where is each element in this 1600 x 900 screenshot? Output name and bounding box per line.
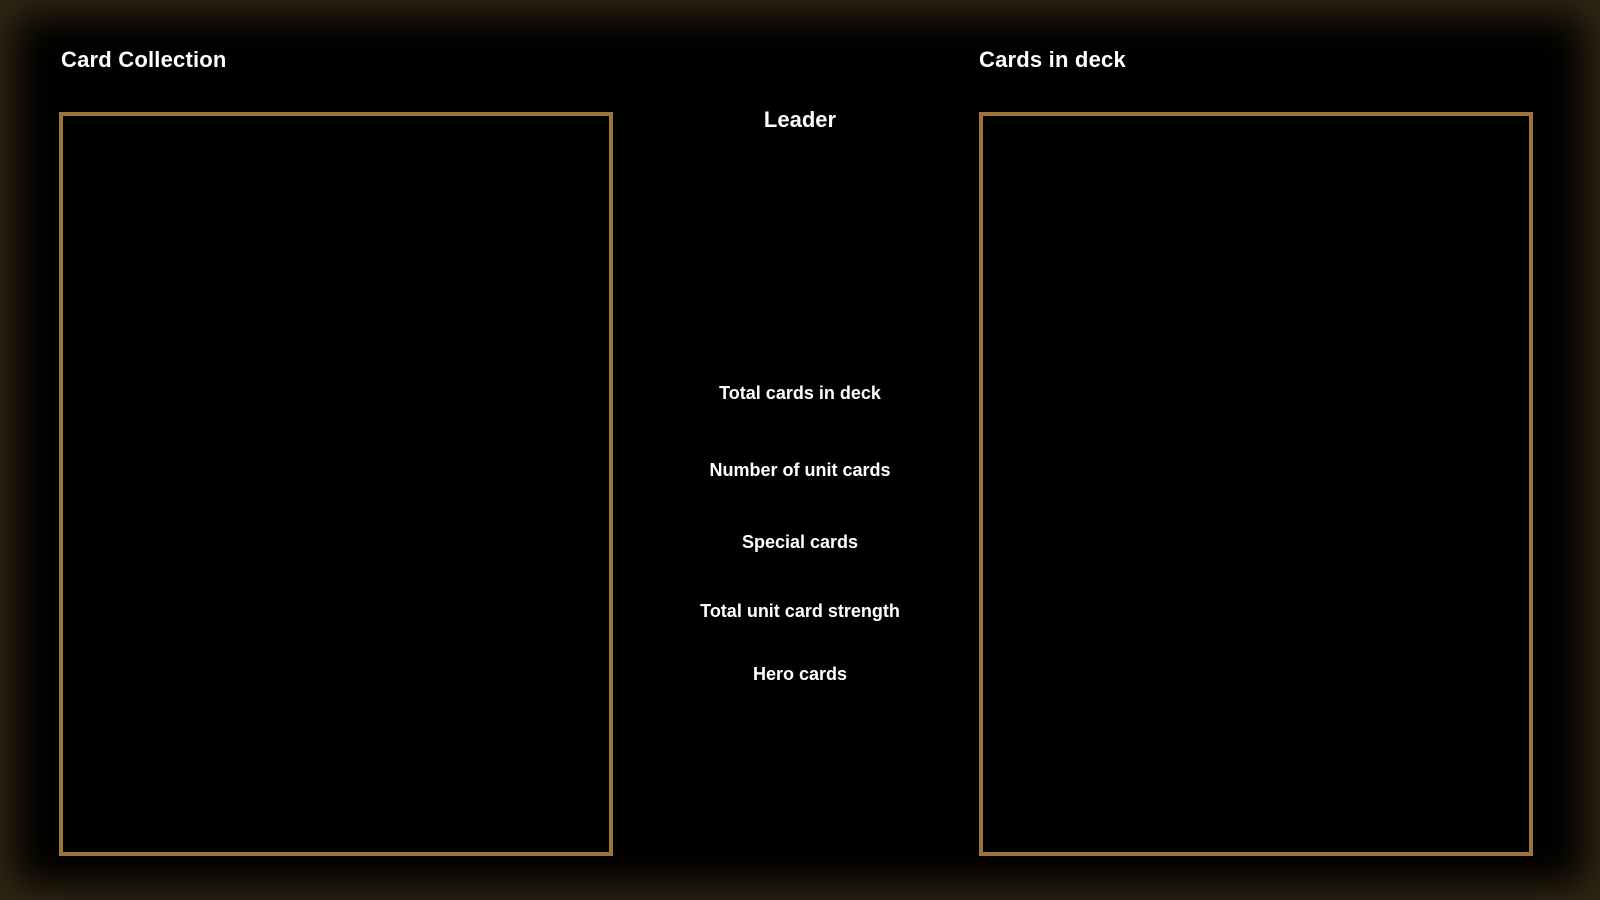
cards-in-deck-panel[interactable] [979, 112, 1533, 856]
total-cards-stat-label: Total cards in deck [719, 383, 881, 403]
unit-cards-stat-label: Number of unit cards [709, 460, 891, 480]
leader-card-slot[interactable] [700, 150, 900, 360]
card-collection-panel[interactable] [59, 112, 613, 856]
unit-strength-stat-label: Total unit card strength [700, 601, 900, 621]
special-cards-stat-label: Special cards [741, 532, 859, 552]
hero-cards-stat-label: Hero cards [752, 664, 848, 684]
leader-label: Leader [763, 107, 837, 132]
card-collection-title: Card Collection [61, 47, 227, 72]
deck-builder-screen: Card Collection Leader Total cards in de… [0, 0, 1600, 900]
cards-in-deck-title: Cards in deck [979, 47, 1126, 72]
